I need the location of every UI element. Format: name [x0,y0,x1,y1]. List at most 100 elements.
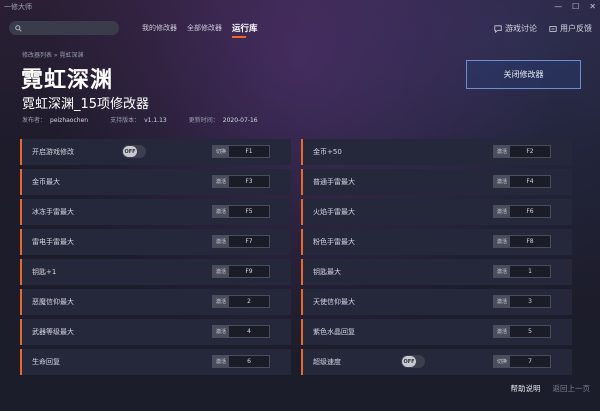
hotkey-mode: 激活 [213,236,229,247]
option-row: 雷电手雷最大 激活 F7 [20,229,291,255]
hotkey-mode: 激活 [494,296,510,307]
hotkey-field[interactable]: 激活 F4 [493,175,551,188]
option-label: 钥匙最大 [313,268,341,276]
tab-runtime[interactable]: 运行库 [232,22,258,38]
option-label: 火焰手雷最大 [313,208,355,216]
updated-label: 更新时间： [188,117,219,124]
hotkey-field[interactable]: 切换 7 [493,355,551,368]
chat-icon [494,24,502,33]
option-label: 天使信仰最大 [313,298,355,306]
hotkey-key: F5 [245,208,253,215]
hotkey-mode: 激活 [494,146,510,157]
window-titlebar: 一修大师 — ☐ ✕ [0,0,600,13]
hotkey-key: F4 [526,178,534,185]
hotkey-field[interactable]: 激活 1 [493,265,551,278]
hotkey-key: 4 [247,328,251,335]
tab-my-trainers[interactable]: 我的修改器 [142,23,177,35]
option-label: 普通手雷最大 [313,178,355,186]
option-label: 武器等级最大 [32,328,74,336]
option-row: 普通手雷最大 激活 F4 [301,169,572,195]
option-row: 紫色水晶回复 激活 5 [301,319,572,345]
trainer-title: 霓虹深渊_15项修改器 [22,97,150,112]
hotkey-key: 6 [247,358,251,365]
maximize-button[interactable]: ☐ [572,2,579,11]
tab-all-trainers[interactable]: 全部修改器 [187,23,222,35]
help-link[interactable]: 帮助说明 [511,383,541,394]
hotkey-field[interactable]: 激活 F3 [212,175,270,188]
hotkey-key: F3 [245,178,253,185]
trainer-meta: 发布者： peizhaochen 支持版本： v1.1.13 更新时间： 2020-0… [22,115,280,124]
close-window-button[interactable]: ✕ [589,2,596,11]
hotkey-field[interactable]: 激活 F2 [493,145,551,158]
option-label: 生命回复 [32,358,60,366]
option-toggle[interactable]: OFF [122,145,146,158]
option-row: 开启游戏修改 OFF 切换 F1 [20,139,291,165]
publisher-value: peizhaochen [50,117,89,124]
hotkey-key: 7 [528,358,532,365]
hotkey-field[interactable]: 激活 4 [212,325,270,338]
top-nav: 我的修改器 全部修改器 运行库 游戏讨论 用户反馈 [0,13,600,41]
hotkey-mode: 激活 [213,356,229,367]
back-link[interactable]: 返回上一页 [553,383,591,394]
hotkey-key: F6 [526,208,534,215]
hotkey-field[interactable]: 激活 F7 [212,235,270,248]
hotkey-mode: 激活 [213,266,229,277]
hotkey-mode: 激活 [494,236,510,247]
hotkey-field[interactable]: 激活 F8 [493,235,551,248]
option-row: 超级速度 OFF 切换 7 [301,349,572,375]
toggle-state: OFF [402,356,416,367]
hotkey-key: 3 [528,298,532,305]
hotkey-key: 1 [528,268,532,275]
option-row: 粉色手雷最大 激活 F8 [301,229,572,255]
hotkey-field[interactable]: 激活 6 [212,355,270,368]
option-row: 天使信仰最大 激活 3 [301,289,572,315]
nav-tabs: 我的修改器 全部修改器 运行库 [142,22,258,38]
hotkey-field[interactable]: 激活 3 [493,295,551,308]
search-box[interactable] [9,21,119,35]
hotkey-field[interactable]: 激活 F5 [212,205,270,218]
option-label: 金币+50 [313,148,342,156]
page-title: 霓虹深渊 [21,68,114,93]
search-icon [15,24,22,32]
hotkey-field[interactable]: 激活 2 [212,295,270,308]
close-trainer-button[interactable]: 关闭修改器 [466,60,581,89]
hotkey-mode: 切换 [213,146,229,157]
hotkey-key: 5 [528,328,532,335]
feedback-link[interactable]: 用户反馈 [549,23,592,34]
hotkey-field[interactable]: 激活 F6 [493,205,551,218]
option-row: 金币最大 激活 F3 [20,169,291,195]
option-row: 火焰手雷最大 激活 F6 [301,199,572,225]
option-toggle[interactable]: OFF [401,355,425,368]
nav-right: 游戏讨论 用户反馈 [494,23,592,34]
option-row: 钥匙+1 激活 F9 [20,259,291,285]
message-icon [549,25,557,32]
minimize-button[interactable]: — [554,2,562,11]
hotkey-mode: 激活 [213,296,229,307]
hotkey-key: F8 [526,238,534,245]
window-controls: — ☐ ✕ [554,2,596,11]
hotkey-mode: 激活 [213,176,229,187]
hotkey-mode: 激活 [494,326,510,337]
option-label: 粉色手雷最大 [313,238,355,246]
search-input[interactable] [25,24,115,32]
window-title: 一修大师 [4,2,32,11]
hotkey-key: 2 [247,298,251,305]
option-row: 生命回复 激活 6 [20,349,291,375]
feedback-label: 用户反馈 [560,24,592,33]
hotkey-mode: 切换 [494,356,510,367]
option-row: 冰冻手雷最大 激活 F5 [20,199,291,225]
breadcrumb[interactable]: 修改器列表 » 霓虹深渊 [22,50,84,59]
hotkey-mode: 激活 [213,206,229,217]
hotkey-mode: 激活 [494,206,510,217]
hotkey-field[interactable]: 切换 F1 [212,145,270,158]
hotkey-field[interactable]: 激活 5 [493,325,551,338]
option-row: 武器等级最大 激活 4 [20,319,291,345]
hotkey-field[interactable]: 激活 F9 [212,265,270,278]
option-label: 金币最大 [32,178,60,186]
forum-link[interactable]: 游戏讨论 [494,23,537,34]
version-label: 支持版本： [110,117,141,124]
hotkey-key: F7 [245,238,253,245]
hotkey-key: F9 [245,268,253,275]
option-row: 恶魔信仰最大 激活 2 [20,289,291,315]
option-label: 恶魔信仰最大 [32,298,74,306]
